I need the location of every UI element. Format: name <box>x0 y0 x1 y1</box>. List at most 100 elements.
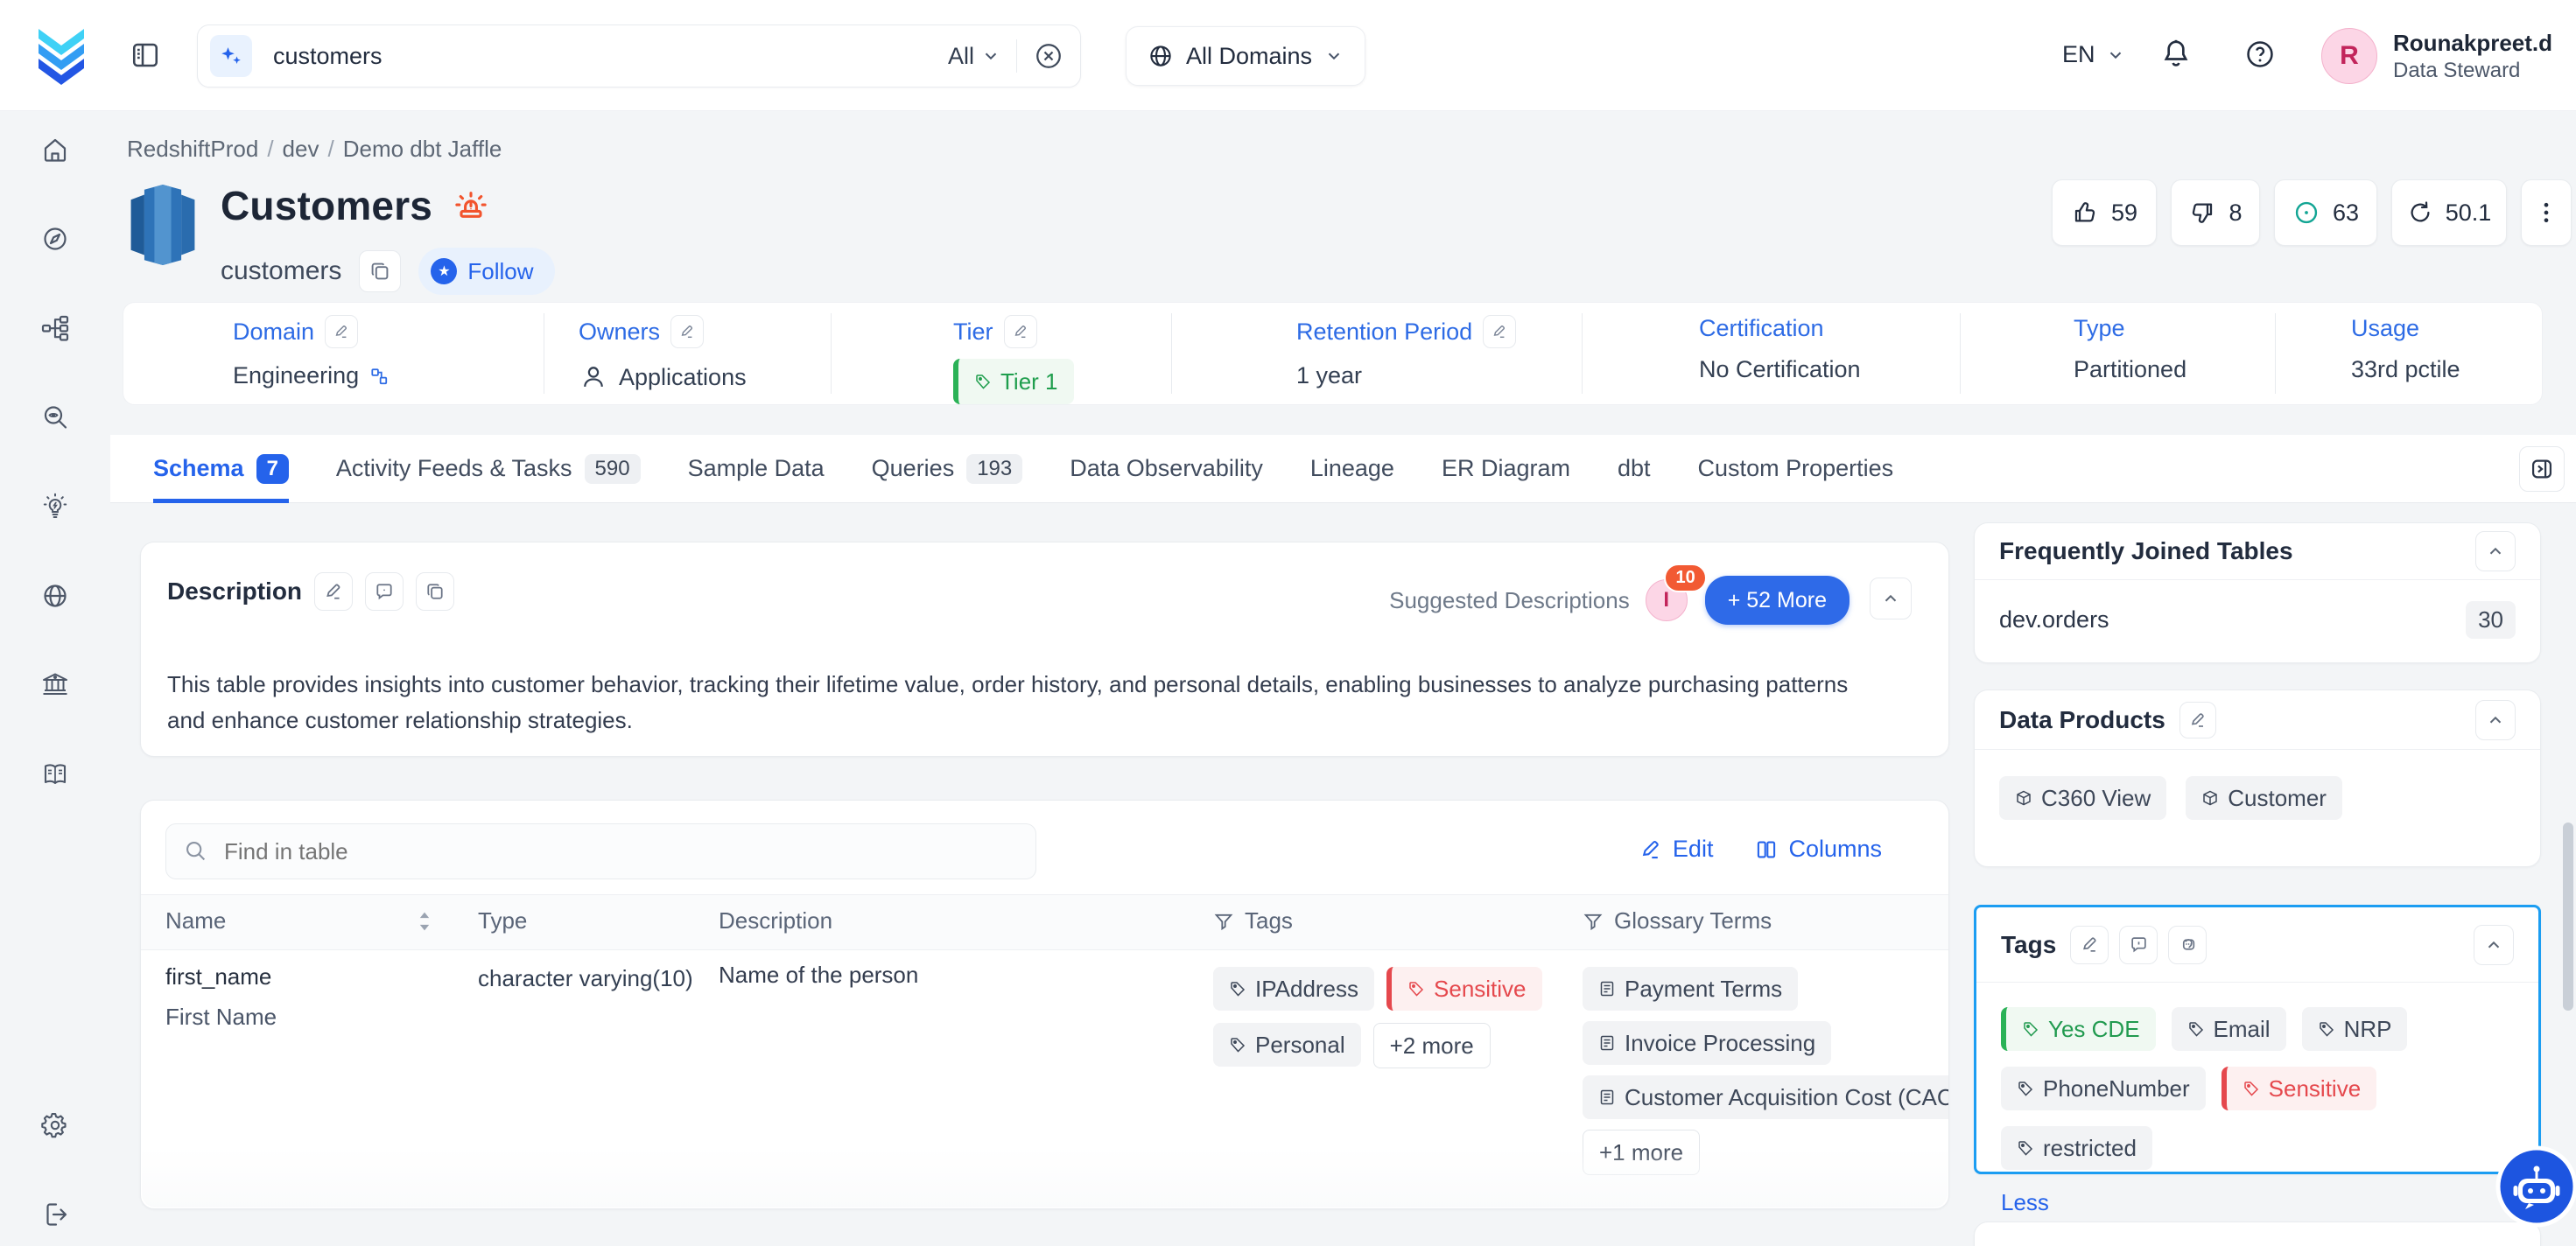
global-search-bar[interactable]: All <box>197 24 1081 88</box>
expand-side-panel-icon[interactable] <box>2519 446 2565 492</box>
tag-chip[interactable]: Sensitive <box>2222 1067 2377 1110</box>
tier-badge[interactable]: Tier 1 <box>953 359 1074 404</box>
data-product-chip[interactable]: C360 View <box>1999 776 2166 820</box>
search-scope-dropdown[interactable]: All <box>948 43 1000 70</box>
collapse-data-products-icon[interactable] <box>2475 700 2516 740</box>
rail-web-globe-icon[interactable] <box>34 575 76 617</box>
more-glossary-chip[interactable]: +1 more <box>1583 1130 1700 1175</box>
glossary-term-chip[interactable]: Payment Terms <box>1583 967 1798 1011</box>
rail-governance-bank-icon[interactable] <box>34 664 76 706</box>
col-header-glossary[interactable]: Glossary Terms <box>1583 907 1772 934</box>
edit-domain-icon[interactable] <box>325 315 358 348</box>
notifications-bell-icon[interactable] <box>2158 37 2193 72</box>
suggested-descriptions-label: Suggested Descriptions <box>1389 587 1630 614</box>
filter-funnel-icon[interactable] <box>1583 911 1604 932</box>
tag-chip[interactable]: Personal <box>1213 1023 1361 1067</box>
scrollbar-thumb[interactable] <box>2563 822 2573 1011</box>
joined-table-row[interactable]: dev.orders 30 <box>1975 580 2540 660</box>
tab-dbt[interactable]: dbt <box>1618 435 1651 503</box>
tab-data-observability[interactable]: Data Observability <box>1070 435 1263 503</box>
show-less-link[interactable]: Less <box>2001 1189 2049 1215</box>
description-text: This table provides insights into custom… <box>167 667 1857 738</box>
tag-chip[interactable]: Yes CDE <box>2001 1007 2156 1051</box>
edit-owners-icon[interactable] <box>670 315 704 348</box>
columns-button[interactable]: Columns <box>1755 836 1882 863</box>
joined-table-name[interactable]: dev.orders <box>1999 606 2109 634</box>
rail-insights-bulb-icon[interactable] <box>34 486 76 528</box>
all-domains-dropdown[interactable]: All Domains <box>1126 26 1365 86</box>
column-name[interactable]: first_name <box>165 963 271 990</box>
glossary-term-chip[interactable]: Invoice Processing <box>1583 1021 1831 1065</box>
upvotes-button[interactable]: 59 <box>2052 179 2157 246</box>
collapse-tags-icon[interactable] <box>2474 925 2514 965</box>
follow-button[interactable]: ★ Follow <box>418 248 554 295</box>
alert-siren-icon[interactable] <box>452 186 490 225</box>
col-header-type[interactable]: Type <box>478 907 527 934</box>
find-in-table-box[interactable] <box>165 823 1036 879</box>
rail-settings-gear-icon[interactable] <box>34 1104 76 1146</box>
breadcrumb-item[interactable]: dev <box>283 136 319 162</box>
tag-chip[interactable]: IPAddress <box>1213 967 1374 1011</box>
tag-chip[interactable]: NRP <box>2302 1007 2408 1051</box>
tab-er-diagram[interactable]: ER Diagram <box>1442 435 1570 503</box>
suggested-avatar[interactable]: I 10 <box>1646 579 1688 621</box>
comment-tags-icon[interactable] <box>2119 926 2158 964</box>
col-header-tags[interactable]: Tags <box>1213 907 1293 934</box>
rail-lineage-icon[interactable] <box>34 307 76 349</box>
tab-activity-feeds[interactable]: Activity Feeds & Tasks590 <box>336 435 641 503</box>
glossary-term-chip[interactable]: Customer Acquisition Cost (CAC) <box>1583 1075 1949 1119</box>
edit-tier-icon[interactable] <box>1004 315 1037 348</box>
tag-chip[interactable]: Sensitive <box>1386 967 1542 1011</box>
rail-observability-icon[interactable] <box>34 396 76 438</box>
rail-home-icon[interactable] <box>34 129 76 171</box>
find-in-table-input[interactable] <box>222 837 1018 866</box>
tab-queries[interactable]: Queries193 <box>872 435 1023 503</box>
help-icon[interactable] <box>2243 38 2277 71</box>
more-tags-chip[interactable]: +2 more <box>1373 1023 1491 1068</box>
owners-value[interactable]: Applications <box>619 364 747 391</box>
edit-description-icon[interactable] <box>314 572 353 611</box>
popularity-button[interactable]: 63 <box>2274 179 2377 246</box>
sort-icon[interactable] <box>417 910 432 933</box>
breadcrumb-item[interactable]: Demo dbt Jaffle <box>343 136 502 162</box>
breadcrumb-item[interactable]: RedshiftProd <box>127 136 258 162</box>
assistant-bot-button[interactable] <box>2495 1145 2576 1228</box>
edit-tags-icon[interactable] <box>2070 926 2109 964</box>
collapse-description-icon[interactable] <box>1870 578 1912 620</box>
edit-table-button[interactable]: Edit <box>1639 836 1714 863</box>
domain-value[interactable]: Engineering <box>233 362 359 389</box>
column-description[interactable]: Name of the person <box>719 962 918 989</box>
search-input[interactable] <box>271 42 948 71</box>
user-menu[interactable]: R Rounakpreet.d Data Steward <box>2321 28 2576 84</box>
col-header-description[interactable]: Description <box>719 907 832 934</box>
clear-search-icon[interactable] <box>1033 40 1064 72</box>
kebab-menu-button[interactable] <box>2521 179 2572 246</box>
more-suggestions-button[interactable]: + 52 More <box>1705 576 1850 625</box>
downvotes-button[interactable]: 8 <box>2171 179 2260 246</box>
collapse-frequently-joined-icon[interactable] <box>2475 531 2516 571</box>
tags-panel-selected[interactable]: Tags Yes CDE Email <box>1974 905 2541 1174</box>
tab-schema[interactable]: Schema7 <box>153 435 289 503</box>
copy-name-icon[interactable] <box>359 250 401 292</box>
atlan-logo-icon[interactable] <box>33 25 89 85</box>
language-dropdown[interactable]: EN <box>2062 41 2125 68</box>
data-product-chip[interactable]: Customer <box>2186 776 2342 820</box>
rail-logout-icon[interactable] <box>34 1194 76 1236</box>
edit-retention-icon[interactable] <box>1483 315 1516 348</box>
freshness-button[interactable]: 50.1 <box>2391 179 2507 246</box>
tag-chip[interactable]: Email <box>2172 1007 2286 1051</box>
tag-chip[interactable]: restricted <box>2001 1126 2152 1170</box>
tag-chip[interactable]: PhoneNumber <box>2001 1067 2206 1110</box>
filter-funnel-icon[interactable] <box>1213 911 1234 932</box>
copy-description-icon[interactable] <box>416 572 454 611</box>
tab-lineage[interactable]: Lineage <box>1310 435 1394 503</box>
tab-sample-data[interactable]: Sample Data <box>688 435 825 503</box>
edit-data-products-icon[interactable] <box>2179 702 2216 738</box>
rail-glossary-book-icon[interactable] <box>34 753 76 795</box>
copy-tags-icon[interactable] <box>2168 926 2207 964</box>
tab-custom-properties[interactable]: Custom Properties <box>1698 435 1894 503</box>
col-header-name[interactable]: Name <box>165 907 432 934</box>
sidebar-toggle-icon[interactable] <box>130 39 161 71</box>
rail-discover-compass-icon[interactable] <box>34 218 76 260</box>
comment-description-icon[interactable] <box>365 572 404 611</box>
